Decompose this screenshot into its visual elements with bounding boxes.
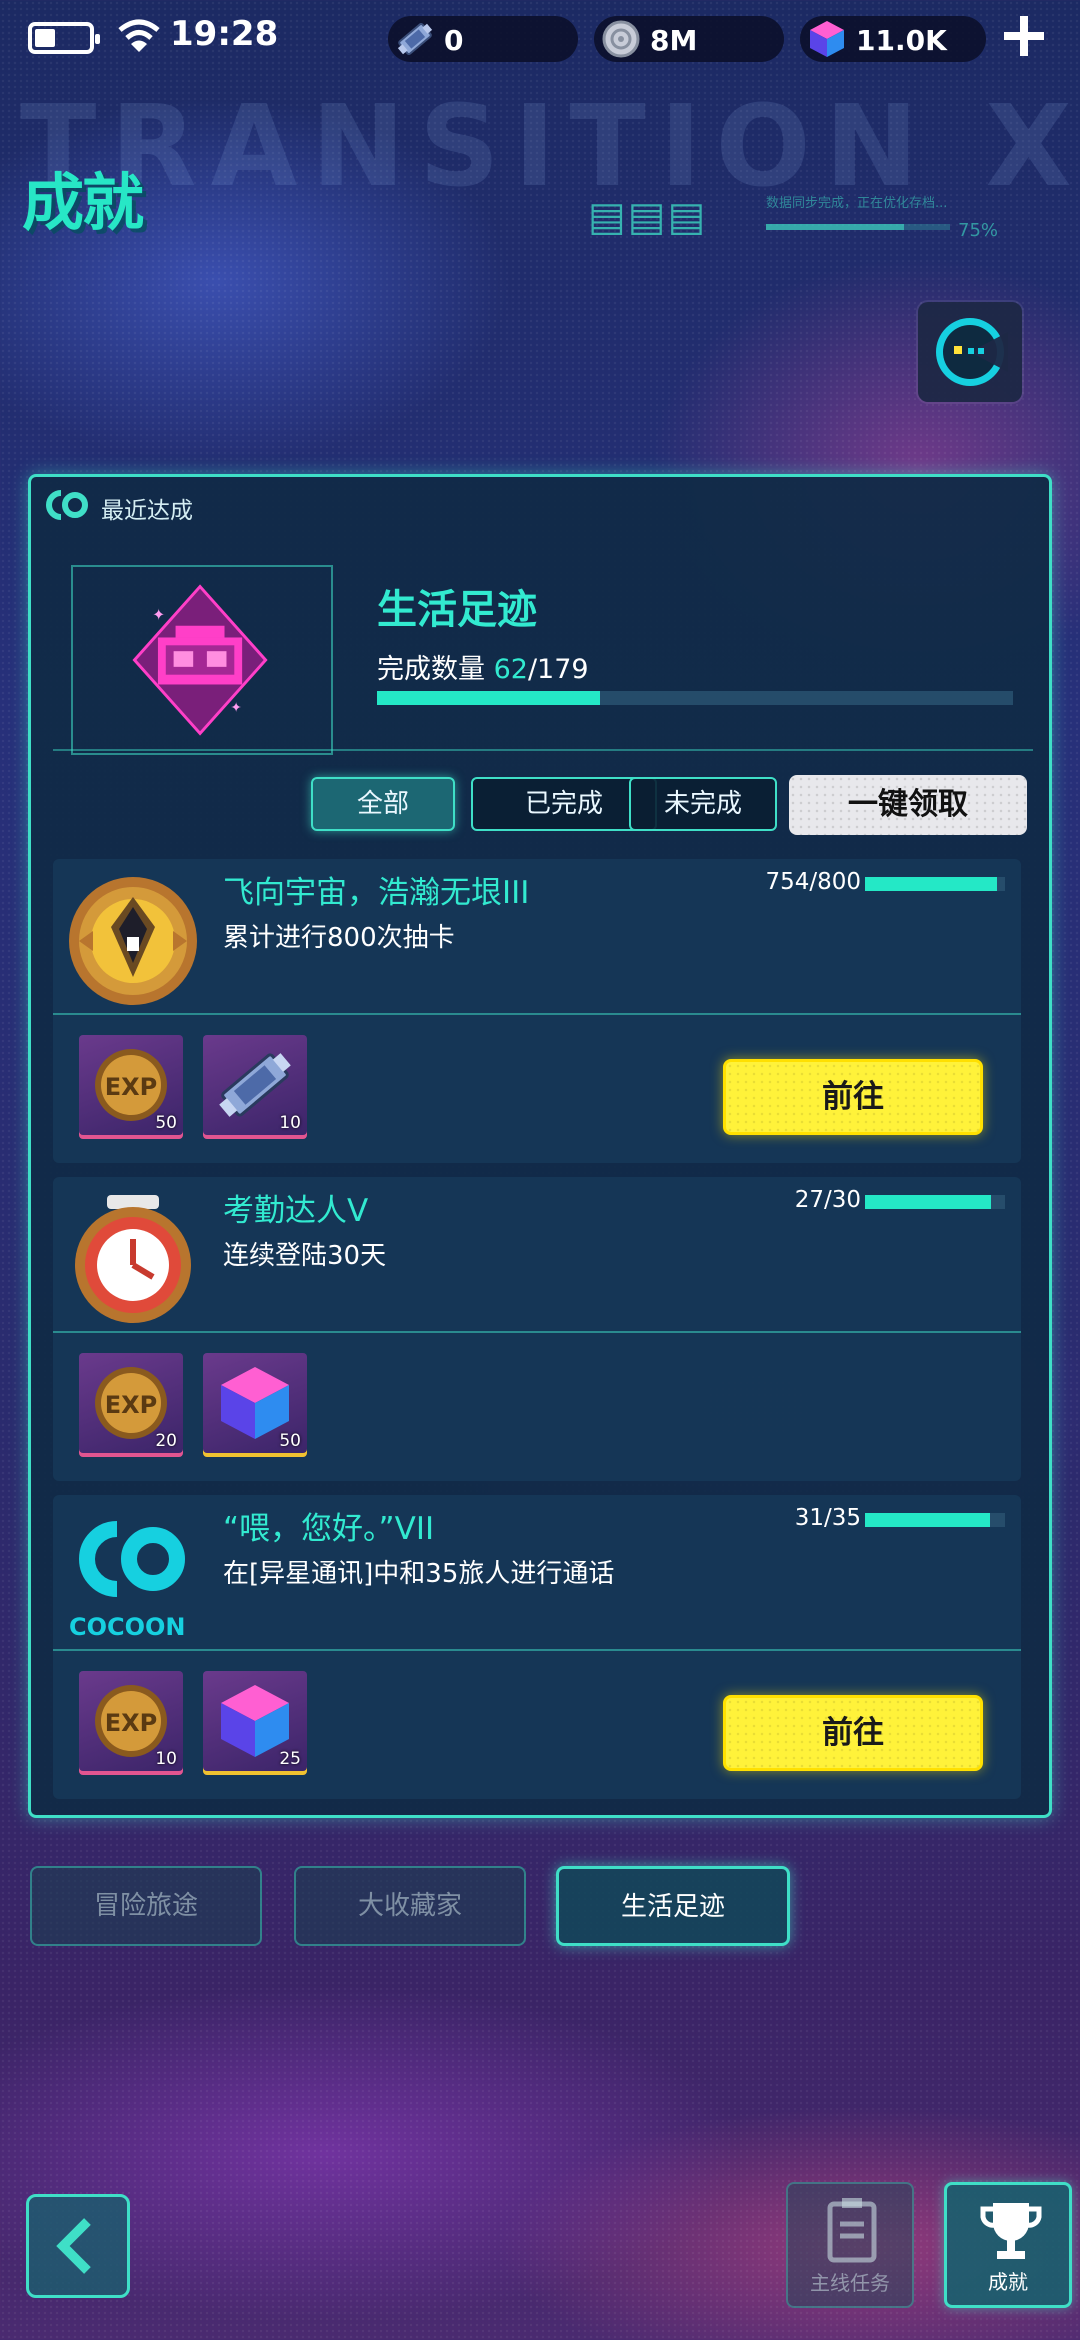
add-currency-button[interactable] (1002, 14, 1046, 58)
reward-quantity: 25 (279, 1749, 301, 1769)
achievement-progress-fill (865, 1195, 991, 1209)
completion-count-label: 完成数量 (377, 654, 485, 685)
achievement-description: 连续登陆30天 (223, 1241, 387, 1271)
svg-text:EXP: EXP (105, 1073, 158, 1101)
panel-divider (53, 749, 1033, 751)
achievement-progress-text: 31/35 (794, 1505, 861, 1531)
reward-item[interactable]: 25 (203, 1671, 307, 1775)
reward-item[interactable]: 10 (203, 1035, 307, 1139)
rocket-medal-icon (69, 877, 197, 1005)
cassette-emblem-icon: ✦ ✦ (132, 584, 268, 736)
header-deco-percent: 75% (958, 220, 999, 241)
achievement-description: 在[异星通讯]中和35旅人进行通话 (223, 1559, 615, 1589)
svg-text:✦: ✦ (152, 605, 165, 624)
achievement-progress-fill (865, 877, 997, 891)
alarm-clock-medal-icon (75, 1195, 191, 1323)
card-divider (53, 1331, 1021, 1333)
reward-item[interactable]: EXP 10 (79, 1671, 183, 1775)
currency-tickets[interactable]: 0 (388, 16, 578, 62)
total-value: /179 (527, 654, 589, 685)
reward-quantity: 10 (155, 1749, 177, 1769)
category-title: 生活足迹 (377, 587, 537, 633)
achievement-title: “喂，您好。”VII (223, 1511, 435, 1547)
svg-text:EXP: EXP (105, 1709, 158, 1737)
achievement-progress-bar (865, 1513, 1005, 1527)
completion-count: 完成数量 62/179 (377, 647, 589, 686)
trophy-icon (980, 2203, 1042, 2259)
completed-value: 62 (493, 654, 528, 685)
achievement-description: 累计进行800次抽卡 (223, 923, 455, 953)
currency-coins[interactable]: 8M (594, 16, 784, 62)
disc-coin-icon (602, 20, 640, 58)
panel-header: 最近达成 (31, 477, 1049, 533)
achievement-progress-text: 27/30 (794, 1187, 861, 1213)
achievement-progress-text: 754/800 (765, 869, 861, 895)
achievement-panel: 最近达成 ✦ ✦ 生活足迹 完成数量 62/179 全部 已完成 未完成 一键领… (28, 474, 1052, 1818)
reward-item[interactable]: EXP 50 (79, 1035, 183, 1139)
cocoon-badge-text: COCOON (69, 1613, 186, 1641)
card-divider (53, 1649, 1021, 1651)
status-time: 19:28 (170, 14, 279, 54)
category-emblem-frame: ✦ ✦ (71, 565, 333, 755)
tab-life-footprints[interactable]: 生活足迹 (556, 1866, 790, 1946)
ticket-count: 0 (444, 24, 464, 57)
ticket-icon (397, 23, 433, 55)
svg-text:✦: ✦ (230, 700, 241, 716)
nav-main-quest-label: 主线任务 (810, 2271, 890, 2295)
currency-gems[interactable]: 11.0K (800, 16, 986, 62)
pacman-icon (936, 318, 1008, 386)
completion-progress-fill (377, 691, 600, 705)
header-deco-glyphs: ▤▤▤ (588, 194, 708, 240)
header-deco-text: 数据同步完成，正在优化存档... (766, 196, 948, 211)
achievement-progress-fill (865, 1513, 990, 1527)
back-button[interactable] (26, 2194, 130, 2298)
reward-item[interactable]: EXP 20 (79, 1353, 183, 1457)
tab-adventure[interactable]: 冒险旅途 (30, 1866, 262, 1946)
reward-quantity: 20 (155, 1431, 177, 1451)
chevron-left-icon (56, 2218, 91, 2274)
reward-quantity: 50 (279, 1431, 301, 1451)
cocoon-logo-icon (46, 490, 88, 520)
reward-quantity: 50 (155, 1113, 177, 1133)
clipboard-icon (827, 2198, 877, 2263)
panel-header-label: 最近达成 (101, 498, 193, 524)
wifi-icon (118, 19, 160, 52)
pacman-button[interactable] (918, 302, 1022, 402)
nav-achievements[interactable]: 成就 (944, 2182, 1072, 2308)
filter-tab-incomplete[interactable]: 未完成 (629, 777, 777, 831)
claim-all-button[interactable]: 一键领取 (789, 775, 1027, 835)
svg-text:EXP: EXP (105, 1391, 158, 1419)
go-button[interactable]: 前往 (723, 1695, 983, 1771)
gem-count: 11.0K (856, 24, 947, 57)
achievement-card: COCOON “喂，您好。”VII 在[异星通讯]中和35旅人进行通话 31/3… (53, 1495, 1021, 1799)
achievement-card: 飞向宇宙，浩瀚无垠III 累计进行800次抽卡 754/800 EXP 50 1… (53, 859, 1021, 1163)
cube-gem-icon (810, 21, 844, 57)
achievement-title: 飞向宇宙，浩瀚无垠III (223, 875, 530, 911)
coin-count: 8M (650, 24, 698, 57)
card-divider (53, 1013, 1021, 1015)
nav-main-quest[interactable]: 主线任务 (786, 2182, 914, 2308)
nav-achievements-label: 成就 (988, 2270, 1028, 2294)
achievement-progress-bar (865, 877, 1005, 891)
reward-item[interactable]: 50 (203, 1353, 307, 1457)
completion-progress-bar (377, 691, 1013, 705)
go-button[interactable]: 前往 (723, 1059, 983, 1135)
achievement-progress-bar (865, 1195, 1005, 1209)
tab-collector[interactable]: 大收藏家 (294, 1866, 526, 1946)
reward-quantity: 10 (279, 1113, 301, 1133)
achievement-card: 考勤达人V 连续登陆30天 27/30 EXP 20 50 (53, 1177, 1021, 1481)
achievement-title: 考勤达人V (223, 1193, 369, 1229)
battery-icon (28, 22, 100, 54)
header-deco-bar (766, 224, 950, 230)
filter-tab-all[interactable]: 全部 (311, 777, 455, 831)
page-title: 成就 (22, 166, 144, 239)
